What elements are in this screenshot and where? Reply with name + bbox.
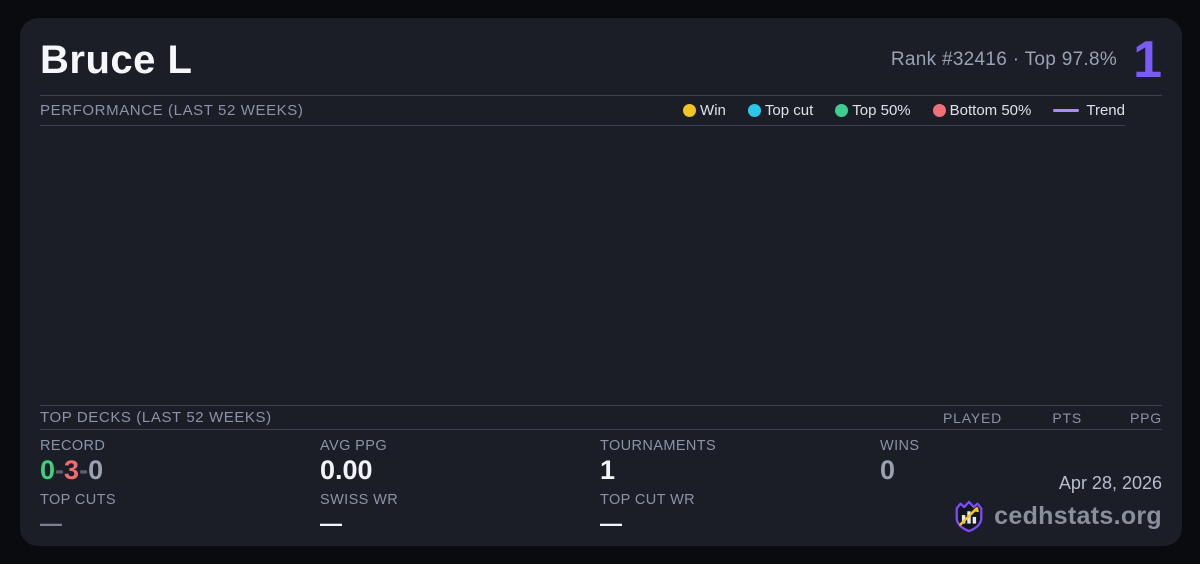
legend-item-trend: Trend xyxy=(1053,102,1125,119)
top-decks-header: TOP DECKS (LAST 52 WEEKS) PLAYED PTS PPG xyxy=(40,405,1162,430)
record-separator: - xyxy=(55,455,65,485)
record-draws: 0 xyxy=(88,455,104,485)
avg-ppg-value: 0.00 xyxy=(320,455,373,485)
tournaments-label: TOURNAMENTS xyxy=(600,438,717,454)
legend-item-top50: Top 50% xyxy=(835,102,911,119)
stat-col-tournaments: TOURNAMENTS 1 TOP CUT WR — xyxy=(600,438,880,536)
brand-row: cedhstats.org xyxy=(952,498,1162,534)
page-title: Bruce L xyxy=(40,38,193,82)
avg-ppg-label: AVG PPG xyxy=(320,438,387,454)
top-cut-wr-label: TOP CUT WR xyxy=(600,491,696,508)
stat-col-record: RECORD 0-3-0 TOP CUTS — xyxy=(40,438,320,536)
record-wins: 0 xyxy=(40,455,56,485)
record-label: RECORD xyxy=(40,438,106,454)
player-stats-card: Bruce L Rank #32416 · Top 97.8% 1 PERFOR… xyxy=(20,18,1182,546)
performance-header: PERFORMANCE (LAST 52 WEEKS) Win Top cut … xyxy=(40,96,1125,126)
legend-label: Trend xyxy=(1086,102,1125,119)
legend-label: Win xyxy=(700,102,726,119)
trend-line-icon xyxy=(1053,109,1080,112)
card-header: Bruce L Rank #32416 · Top 97.8% 1 xyxy=(40,34,1162,96)
rank-text: Rank #32416 · Top 97.8% xyxy=(890,49,1118,71)
legend-item-topcut: Top cut xyxy=(747,102,814,119)
snapshot-date: Apr 28, 2026 xyxy=(1058,473,1162,493)
record-losses: 3 xyxy=(64,455,80,485)
performance-section-title: PERFORMANCE (LAST 52 WEEKS) xyxy=(40,102,304,119)
swiss-wr-value: — xyxy=(320,510,342,536)
legend-label: Top cut xyxy=(764,102,814,119)
record-value: 0-3-0 xyxy=(40,455,320,486)
footer-branding: Apr 28, 2026 cedhstats.org xyxy=(952,473,1162,534)
swiss-wr-label: SWISS WR xyxy=(320,491,399,508)
top-decks-section-title: TOP DECKS (LAST 52 WEEKS) xyxy=(40,409,272,426)
stats-summary: RECORD 0-3-0 TOP CUTS — AVG PPG 0.00 SWI… xyxy=(40,430,1162,536)
cedhstats-logo-icon xyxy=(955,500,983,533)
column-header-played: PLAYED xyxy=(942,409,1002,426)
performance-chart xyxy=(40,126,1162,405)
column-header-ppg: PPG xyxy=(1130,409,1162,426)
column-header-pts: PTS xyxy=(1052,409,1082,426)
bottom50-dot-icon xyxy=(932,104,946,117)
rank-summary: Rank #32416 · Top 97.8% 1 xyxy=(890,31,1162,90)
top-cut-wr-value: — xyxy=(600,510,622,536)
top-cuts-label: TOP CUTS xyxy=(40,491,116,508)
chart-legend: Win Top cut Top 50% Bottom 50% Trend xyxy=(683,102,1125,119)
record-separator: - xyxy=(79,455,89,485)
legend-item-bottom50: Bottom 50% xyxy=(932,102,1032,119)
stat-col-avg-ppg: AVG PPG 0.00 SWISS WR — xyxy=(320,438,600,536)
topcut-dot-icon xyxy=(747,104,761,117)
top-cuts-value: — xyxy=(40,510,62,536)
tournaments-value: 1 xyxy=(600,455,616,485)
legend-item-win: Win xyxy=(683,102,726,119)
wins-label: WINS xyxy=(880,438,920,454)
brand-wordmark[interactable]: cedhstats.org xyxy=(994,502,1162,531)
legend-label: Top 50% xyxy=(852,102,911,119)
big-rank-number: 1 xyxy=(1133,31,1162,90)
top50-dot-icon xyxy=(835,104,849,117)
legend-label: Bottom 50% xyxy=(949,102,1032,119)
top-decks-columns: PLAYED PTS PPG xyxy=(922,410,1162,426)
win-dot-icon xyxy=(683,104,697,117)
